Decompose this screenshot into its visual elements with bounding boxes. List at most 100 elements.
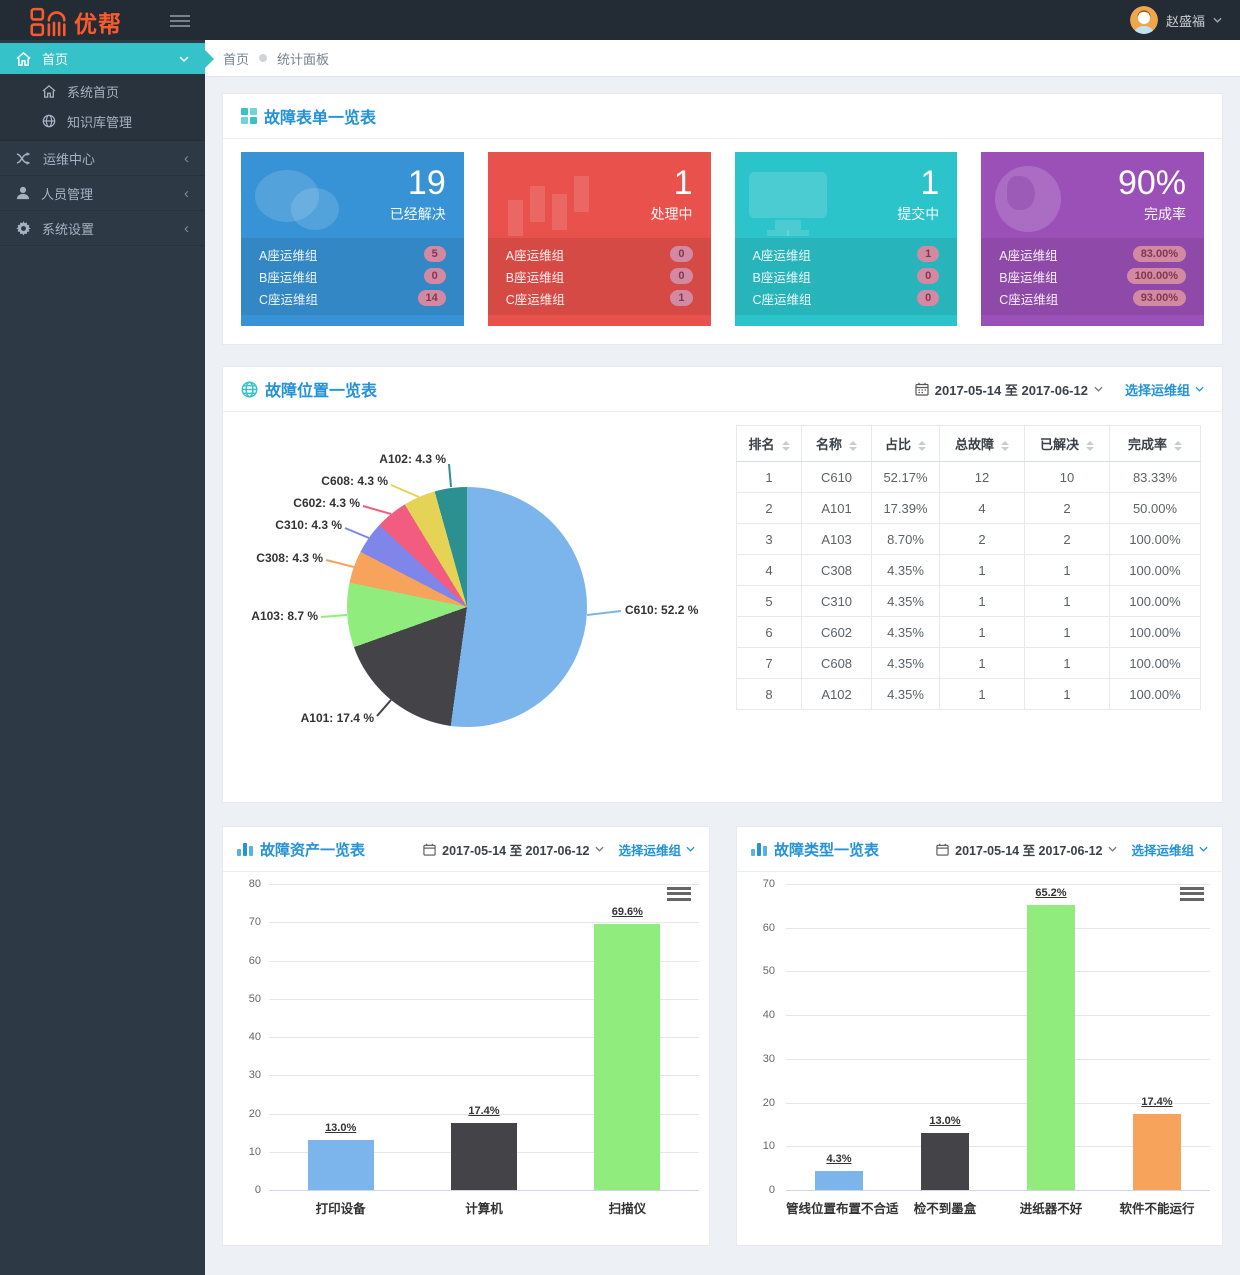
bar-value-label: 13.0% (929, 1115, 961, 1128)
table-row: 8 A102 4.35% 1 1 100.00% (736, 678, 1201, 710)
chart-export-menu-button[interactable] (667, 884, 691, 904)
globe-icon (241, 381, 258, 397)
bar[interactable] (594, 923, 661, 1190)
chevron-down-icon (1213, 17, 1222, 23)
table-cell: 1 (736, 461, 802, 493)
column-header[interactable]: 总故障 (939, 425, 1025, 462)
date-range-picker[interactable]: 2017-05-14 至 2017-06-12 (936, 840, 1118, 859)
table-cell: 17.39% (871, 492, 940, 524)
sidebar-item-label: 运维中心 (43, 151, 96, 167)
sidebar-item-ops-center[interactable]: 运维中心 ‹ (0, 141, 205, 176)
bar[interactable] (1133, 1113, 1181, 1190)
pie-slice-label: C310: 4.3 % (275, 518, 342, 532)
table-cell: 1 (939, 616, 1025, 648)
bar-value-label: 17.4% (468, 1105, 500, 1118)
bar-chart-icon (751, 841, 767, 857)
calendar-icon (936, 843, 949, 856)
column-header[interactable]: 占比 (871, 425, 940, 462)
table-cell: 100.00% (1109, 523, 1201, 555)
chevron-left-icon: ‹ (184, 149, 189, 167)
table-cell: 2 (1024, 523, 1110, 555)
sidebar-item-personnel[interactable]: 人员管理 ‹ (0, 176, 205, 211)
grid-icon (241, 108, 257, 124)
chart-export-menu-button[interactable] (1180, 884, 1204, 904)
date-range-picker[interactable]: 2017-05-14 至 2017-06-12 (915, 380, 1103, 399)
pie-slice-label: C610: 52.2 % (625, 603, 699, 617)
table-cell: 1 (939, 554, 1025, 586)
pie-chart: C610: 52.2 % A101: 17.4 % A103: 8.7 % C308:… (231, 424, 731, 769)
y-axis-tick-label: 60 (762, 921, 775, 934)
sort-icon (1174, 440, 1182, 451)
home-outline-icon (42, 84, 56, 98)
breadcrumb-home[interactable]: 首页 (223, 49, 249, 68)
bar-category-label: 软件不能运行 (1119, 1202, 1195, 1216)
sidebar-item-home[interactable]: 首页 (0, 43, 214, 74)
table-cell: 4.35% (871, 647, 940, 679)
select-ops-group-dropdown[interactable]: 选择运维组 (1131, 840, 1208, 859)
table-cell: 50.00% (1109, 492, 1201, 524)
table-cell: 52.17% (871, 461, 940, 493)
main-content: 首页 统计面板 故障表单一览表 19 已经解决 A座运维组 5 B座运维组 0 C座运维组 1… (205, 40, 1240, 1275)
panel-fault-types: 故障类型一览表 2017-05-14 至 2017-06-12 选择运维组 70… (736, 826, 1223, 1246)
table-cell: 83.33% (1109, 461, 1201, 493)
y-axis-tick-label: 40 (248, 1031, 261, 1043)
panel-fault-forms: 故障表单一览表 19 已经解决 A座运维组 5 B座运维组 0 C座运维组 14 1 处理中 A座运… (222, 93, 1223, 345)
sort-icon (781, 440, 790, 451)
sidebar-toggle-button[interactable] (170, 12, 190, 28)
stat-card-processing: 1 处理中 A座运维组 0 B座运维组 0 C座运维组 1 (487, 152, 711, 326)
select-ops-group-dropdown[interactable]: 选择运维组 (1125, 380, 1204, 399)
sidebar-item-label: 系统设置 (42, 221, 95, 237)
sidebar-item-knowledge-base[interactable]: 知识库管理 (0, 106, 205, 136)
table-cell: 100.00% (1109, 554, 1201, 586)
count-badge: 83.00% (1132, 246, 1186, 262)
table-cell: 1 (939, 678, 1025, 710)
column-header[interactable]: 名称 (801, 425, 872, 462)
gridline (786, 1058, 1210, 1060)
chevron-down-icon (1108, 846, 1118, 852)
table-cell: 4 (736, 554, 802, 586)
y-axis-tick-label: 70 (248, 916, 261, 929)
select-ops-group-dropdown[interactable]: 选择运维组 (618, 840, 695, 859)
y-axis-tick-label: 50 (248, 992, 261, 1005)
table-cell: 1 (939, 647, 1025, 679)
card-footer (735, 315, 958, 326)
column-header[interactable]: 完成率 (1109, 425, 1201, 462)
chevron-down-icon (179, 55, 189, 62)
bar-chart-icon (237, 841, 253, 857)
table-cell: C608 (801, 647, 872, 679)
table-cell: 12 (939, 461, 1025, 493)
select-ops-group-label: 选择运维组 (1131, 843, 1194, 858)
breadcrumb: 首页 统计面板 (205, 40, 1240, 77)
user-menu[interactable]: 赵盛福 (1129, 0, 1222, 40)
user-name: 赵盛福 (1165, 13, 1205, 29)
bar[interactable] (307, 1140, 374, 1190)
pie-circle[interactable] (347, 487, 587, 727)
count-badge: 100.00% (1126, 268, 1186, 284)
sidebar-item-settings[interactable]: 系统设置 ‹ (0, 211, 205, 246)
table-cell: 100.00% (1109, 678, 1201, 710)
table-cell: 8 (736, 678, 802, 710)
date-range-picker[interactable]: 2017-05-14 至 2017-06-12 (423, 840, 605, 859)
column-header[interactable]: 已解决 (1024, 425, 1110, 462)
sidebar-item-system-home[interactable]: 系统首页 (0, 76, 205, 106)
bar[interactable] (1027, 904, 1075, 1190)
pie-slice-label: C308: 4.3 % (256, 551, 323, 565)
stat-row: C座运维组 14 (259, 287, 446, 309)
bar[interactable] (815, 1171, 863, 1190)
y-axis-tick-label: 10 (248, 1145, 261, 1158)
stat-row: B座运维组 0 (259, 265, 446, 287)
sidebar-submenu: 系统首页 知识库管理 (0, 74, 205, 141)
stat-value: 90% (1117, 164, 1186, 202)
sidebar-item-label: 知识库管理 (67, 114, 133, 130)
count-badge: 1 (670, 290, 693, 306)
brand[interactable]: 优帮 (30, 5, 122, 39)
x-axis-line (269, 1190, 699, 1191)
group-label: B座运维组 (999, 270, 1058, 285)
bar[interactable] (451, 1123, 517, 1190)
brand-logo-icon (30, 7, 66, 37)
top-navbar: 优帮 赵盛福 (0, 0, 1240, 40)
y-axis-tick-label: 30 (762, 1052, 775, 1065)
bar[interactable] (921, 1133, 969, 1190)
pie-slice-label: A101: 17.4 % (300, 711, 374, 725)
column-header[interactable]: 排名 (736, 425, 802, 462)
